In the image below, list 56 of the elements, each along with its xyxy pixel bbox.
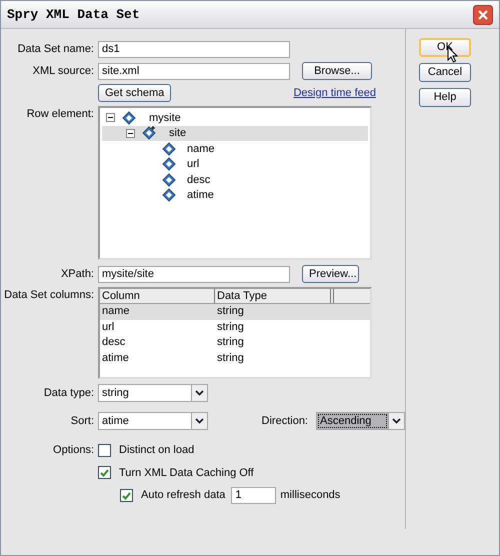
collapse-icon[interactable]	[126, 128, 135, 138]
field-label: Data Set columns:	[3, 288, 94, 303]
tree-item[interactable]: desc	[102, 172, 368, 188]
table-row[interactable]: name string	[100, 304, 370, 320]
tree-item[interactable]: name	[102, 141, 368, 156]
checkbox[interactable]	[98, 466, 111, 480]
dropdown-icon	[195, 390, 204, 396]
element-icon	[161, 157, 177, 172]
tree-item[interactable]: site	[102, 126, 368, 141]
field-label: Direction:	[262, 414, 308, 429]
preview-button[interactable]: Preview...	[302, 265, 359, 283]
dropdown-icon	[392, 418, 401, 424]
text-field[interactable]: 1	[231, 487, 276, 504]
text-field[interactable]: site.xml	[98, 62, 290, 80]
checkbox-label: Turn XML Data Caching Off	[119, 466, 254, 480]
browse-button[interactable]: Browse...	[302, 62, 372, 80]
table-row[interactable]: desc string	[100, 335, 370, 350]
column-header[interactable]: Column	[100, 289, 215, 303]
checkbox-label: Auto refresh data	[141, 488, 226, 504]
get-schema-button[interactable]: Get schema	[98, 84, 172, 102]
element-icon	[161, 142, 177, 156]
checkbox[interactable]	[98, 444, 111, 457]
field-label: Data type:	[42, 386, 94, 401]
field-label: XML source:	[32, 64, 94, 79]
table-row[interactable]: url string	[100, 320, 370, 335]
element-icon	[141, 126, 157, 140]
field-label: Row element:	[26, 107, 94, 122]
field-label: XPath:	[60, 266, 94, 282]
direction-select[interactable]: Ascending	[316, 412, 405, 430]
element-icon	[161, 172, 177, 187]
checkbox[interactable]	[120, 489, 133, 502]
field-label: Data Set name:	[16, 42, 94, 58]
dropdown-icon	[195, 418, 204, 424]
window-title: Spry XML Data Set	[7, 6, 140, 24]
element-icon	[161, 188, 177, 202]
check-icon	[100, 468, 109, 477]
text-field[interactable]: ds1	[98, 41, 290, 58]
dialog-button[interactable]: Cancel	[419, 63, 471, 82]
tree-item[interactable]: mysite	[102, 110, 368, 126]
field-label: Sort:	[70, 414, 94, 429]
unit-label: milliseconds	[280, 488, 340, 504]
collapse-icon[interactable]	[106, 113, 115, 122]
field-label: Options:	[52, 443, 94, 458]
sort-select[interactable]: atime	[98, 412, 208, 430]
checkbox-label: Distinct on load	[119, 443, 194, 458]
data-type-select[interactable]: string	[98, 384, 208, 402]
close-icon[interactable]	[473, 4, 493, 24]
tree-item[interactable]: atime	[102, 188, 368, 203]
tree-item[interactable]: url	[102, 156, 368, 172]
text-field[interactable]: mysite/site	[98, 266, 290, 282]
design-time-feed-link[interactable]: Design time feed	[293, 84, 376, 102]
element-icon	[121, 110, 137, 125]
check-icon	[122, 492, 131, 500]
column-header[interactable]: Data Type	[215, 289, 331, 303]
dialog-button[interactable]: Help	[419, 88, 471, 107]
table-row[interactable]: atime string	[100, 350, 370, 366]
